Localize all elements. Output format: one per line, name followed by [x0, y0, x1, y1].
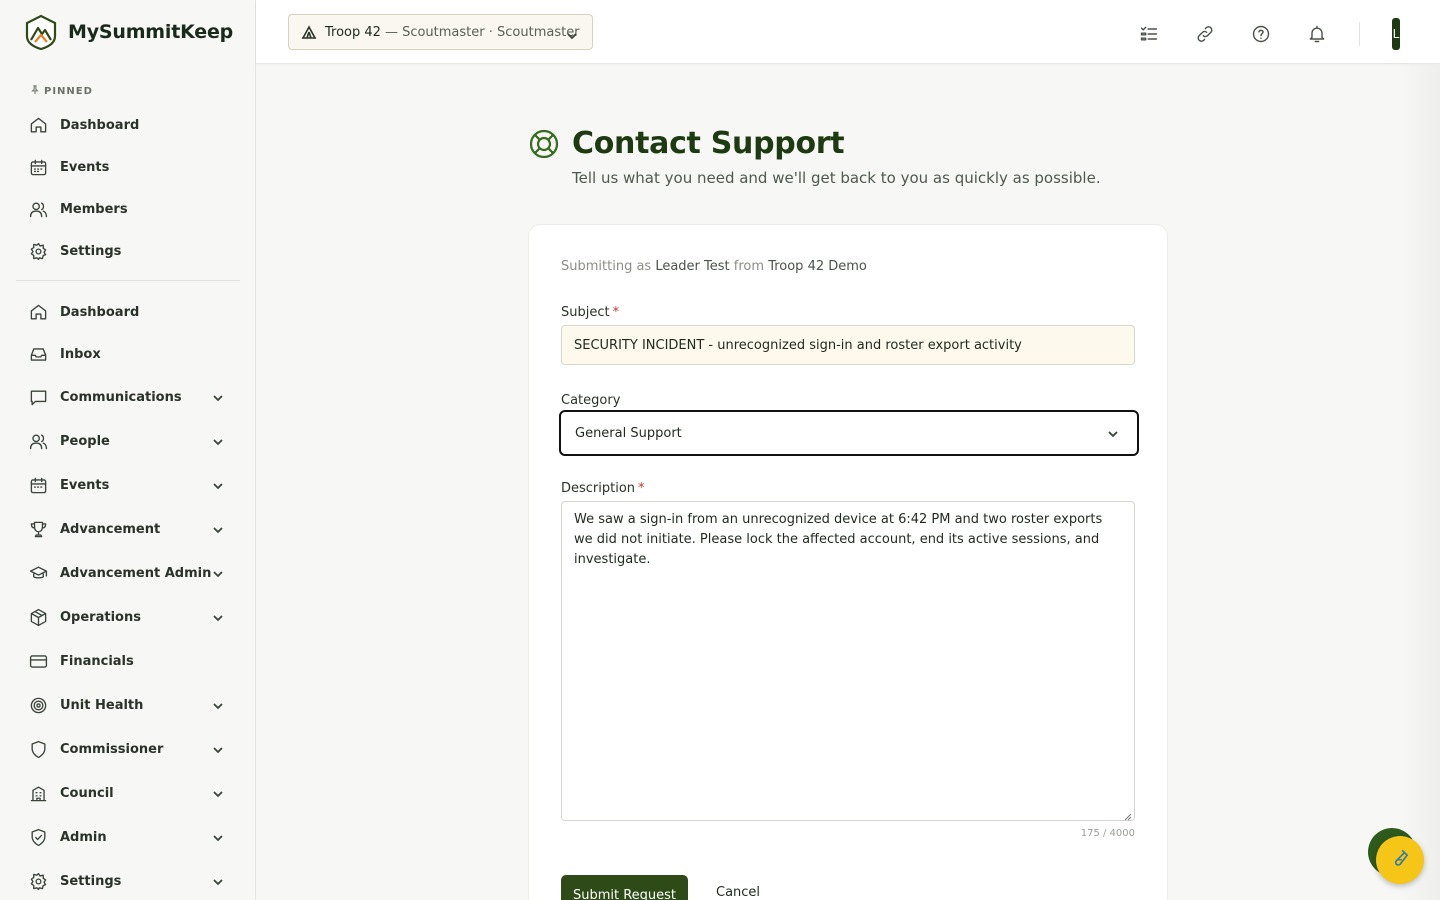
chevron-down-icon[interactable]	[212, 477, 224, 490]
sidebar-item-settings[interactable]: Settings	[0, 859, 256, 900]
pinned-item-settings[interactable]: Settings	[0, 230, 256, 272]
test-tube-icon	[1391, 849, 1409, 872]
sidebar-item-communications[interactable]: Communications	[0, 375, 256, 419]
package-icon	[28, 607, 48, 627]
calendar-icon	[28, 475, 48, 495]
page-subtitle: Tell us what you need and we'll get back…	[572, 169, 1101, 187]
tent-icon	[301, 24, 317, 40]
page-title: Contact Support	[572, 126, 845, 161]
resize-handle-icon[interactable]	[1122, 808, 1132, 821]
topbar: Troop 42 — Scoutmaster · Scoutmaster L	[256, 0, 1440, 64]
category-value: General Support	[575, 425, 682, 441]
chevron-down-icon[interactable]	[212, 521, 224, 534]
required-marker: *	[638, 481, 645, 496]
category-select[interactable]: General Support	[559, 410, 1139, 456]
bell-icon[interactable]	[1303, 20, 1331, 48]
topbar-separator	[1359, 22, 1360, 46]
checklist-icon[interactable]	[1135, 20, 1163, 48]
pinned-section-label: PINNED	[30, 85, 93, 98]
chevron-down-icon[interactable]	[212, 609, 224, 622]
trophy-icon	[28, 519, 48, 539]
submitting-info: Submitting as Leader Test from Troop 42 …	[561, 259, 867, 274]
sidebar-item-admin[interactable]: Admin	[0, 815, 256, 859]
chevron-down-icon[interactable]	[212, 785, 224, 798]
sidebar-item-advancement-admin[interactable]: Advancement Admin	[0, 551, 256, 595]
pinned-item-members[interactable]: Members	[0, 188, 256, 230]
building-icon	[28, 783, 48, 803]
unit-role: — Scoutmaster · Scoutmaster	[384, 24, 580, 40]
chevron-down-icon[interactable]	[212, 741, 224, 754]
target-icon	[28, 695, 48, 715]
description-label: Description *	[561, 481, 645, 496]
unit-selector[interactable]: Troop 42 — Scoutmaster · Scoutmaster	[288, 14, 593, 50]
chevron-down-icon[interactable]	[212, 565, 224, 578]
main-nav: Dashboard Inbox Communications People Ev…	[0, 291, 256, 900]
message-icon	[28, 387, 48, 407]
cancel-button[interactable]: Cancel	[716, 885, 760, 900]
lifebuoy-icon	[528, 128, 560, 160]
sidebar-item-events[interactable]: Events	[0, 463, 256, 507]
chevron-down-icon	[566, 27, 578, 40]
mountain-logo-icon	[24, 14, 58, 51]
shield-icon	[28, 739, 48, 759]
sidebar-item-people[interactable]: People	[0, 419, 256, 463]
sidebar-item-council[interactable]: Council	[0, 771, 256, 815]
chevron-down-icon[interactable]	[212, 873, 224, 886]
sidebar-item-unit-health[interactable]: Unit Health	[0, 683, 256, 727]
page-header: Contact Support Tell us what you need an…	[528, 126, 1101, 187]
description-textarea[interactable]: We saw a sign-in from an unrecognized de…	[561, 501, 1135, 821]
home-icon	[28, 115, 48, 135]
brand[interactable]: MySummitKeep	[24, 14, 234, 51]
gear-icon	[28, 871, 48, 891]
subject-input[interactable]: SECURITY INCIDENT - unrecognized sign-in…	[561, 325, 1135, 365]
sidebar: MySummitKeep PINNED Dashboard Events Mem…	[0, 0, 256, 900]
users-icon	[28, 431, 48, 451]
pinned-item-events[interactable]: Events	[0, 146, 256, 188]
brand-name: MySummitKeep	[68, 21, 234, 43]
chevron-down-icon[interactable]	[212, 697, 224, 710]
test-tube-fab[interactable]	[1376, 836, 1424, 884]
avatar[interactable]: L	[1392, 18, 1400, 50]
pin-icon	[30, 85, 40, 98]
topbar-actions: L	[1107, 18, 1400, 50]
submitter-name: Leader Test	[655, 259, 730, 274]
required-marker: *	[612, 305, 620, 320]
sidebar-item-dashboard[interactable]: Dashboard	[0, 291, 256, 333]
graduation-cap-icon	[28, 563, 48, 583]
chevron-down-icon[interactable]	[212, 433, 224, 446]
home-icon	[28, 302, 48, 322]
unit-name: Troop 42	[325, 24, 381, 40]
subject-label: Subject *	[561, 305, 620, 320]
credit-card-icon	[28, 651, 48, 671]
calendar-icon	[28, 157, 48, 177]
help-icon[interactable]	[1247, 20, 1275, 48]
gear-icon	[28, 241, 48, 261]
chevron-down-icon[interactable]	[212, 829, 224, 842]
shield-check-icon	[28, 827, 48, 847]
category-label: Category	[561, 393, 621, 408]
link-icon[interactable]	[1191, 20, 1219, 48]
users-icon	[28, 199, 48, 219]
character-counter: 175 / 4000	[1080, 828, 1135, 839]
scroll-shadow	[1400, 64, 1440, 900]
sidebar-item-inbox[interactable]: Inbox	[0, 333, 256, 375]
submitter-unit: Troop 42 Demo	[768, 259, 867, 274]
sidebar-item-commissioner[interactable]: Commissioner	[0, 727, 256, 771]
submit-request-button[interactable]: Submit Request	[561, 875, 688, 900]
chevron-down-icon[interactable]	[212, 389, 224, 402]
support-form-card: Submitting as Leader Test from Troop 42 …	[528, 224, 1168, 900]
sidebar-item-advancement[interactable]: Advancement	[0, 507, 256, 551]
sidebar-item-financials[interactable]: Financials	[0, 639, 256, 683]
sidebar-divider	[16, 280, 240, 281]
chevron-down-icon	[1107, 428, 1119, 440]
pinned-item-dashboard[interactable]: Dashboard	[0, 104, 256, 146]
sidebar-item-operations[interactable]: Operations	[0, 595, 256, 639]
inbox-icon	[28, 344, 48, 364]
pinned-nav: Dashboard Events Members Settings	[0, 104, 256, 272]
